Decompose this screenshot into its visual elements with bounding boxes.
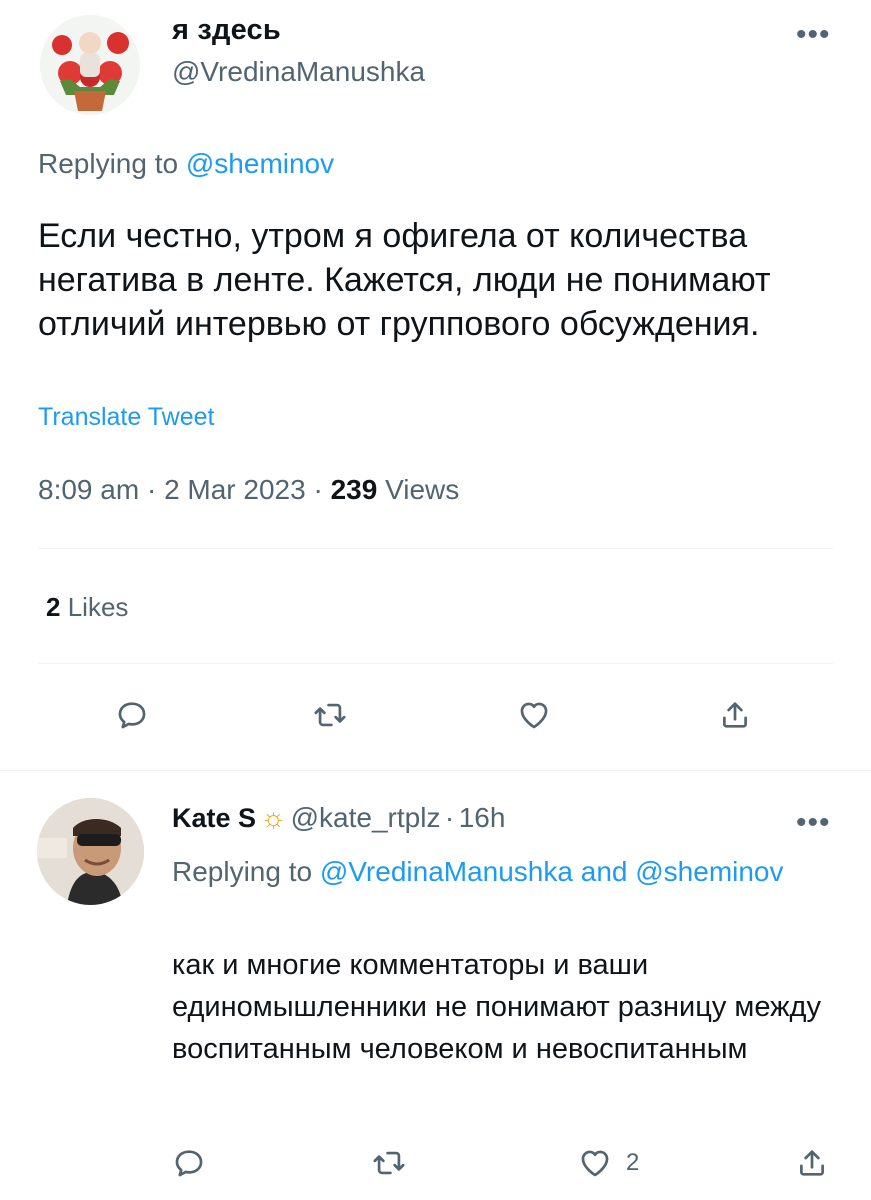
share-button[interactable] [718, 698, 752, 732]
sun-emoji-icon: ☼ [260, 802, 287, 833]
likes-count: 2 [46, 592, 61, 622]
heart-icon [520, 702, 548, 729]
replying-mention-link[interactable]: @VredinaManushka [320, 856, 573, 887]
like-button[interactable] [517, 698, 551, 732]
avatar-image [37, 798, 144, 905]
replying-prefix: Replying to [172, 856, 313, 887]
more-dots-icon[interactable]: ••• [796, 808, 831, 838]
tweet-meta: 8:09 am · 2 Mar 2023 · 239 Views [38, 474, 459, 506]
user-handle[interactable]: @VredinaManushka [172, 56, 425, 88]
display-name[interactable]: я здесь [172, 14, 281, 47]
avatar-image [40, 15, 140, 115]
retweet-button[interactable] [313, 698, 347, 732]
like-button[interactable]: 2 [578, 1146, 639, 1180]
meta-separator: · [444, 802, 455, 833]
replying-to: Replying to @sheminov [38, 148, 334, 180]
replying-to: Replying to @VredinaManushka and @shemin… [172, 850, 812, 894]
reply-button[interactable] [115, 698, 149, 732]
share-icon [800, 1150, 824, 1176]
translate-tweet-link[interactable]: Translate Tweet [38, 403, 214, 432]
likes-label: Likes [67, 592, 129, 622]
share-icon [723, 702, 747, 728]
meta-separator: · [146, 474, 157, 505]
replying-mention-link[interactable]: @sheminov [635, 856, 783, 887]
reply-header: Kate S ☼ @kate_rtplz · 16h [172, 802, 505, 834]
retweet-icon [373, 1151, 405, 1175]
tweet-time[interactable]: 8:09 am [38, 474, 139, 505]
divider [38, 663, 833, 664]
views-label: Views [385, 474, 460, 505]
divider [0, 770, 871, 771]
avatar[interactable] [40, 15, 140, 115]
meta-separator: · [313, 474, 323, 505]
divider [38, 548, 833, 549]
reply-button[interactable] [172, 1146, 206, 1180]
retweet-button[interactable] [372, 1146, 406, 1180]
tweet-time[interactable]: 16h [459, 802, 506, 833]
reply-icon [175, 1150, 203, 1177]
tweet-date[interactable]: 2 Mar 2023 [164, 474, 306, 505]
replying-mention-link[interactable]: @sheminov [186, 148, 334, 179]
likes-summary[interactable]: 2 Likes [46, 592, 128, 623]
replying-and: and [580, 856, 628, 887]
tweet-text: как и многие комментаторы и ваши единомы… [172, 949, 821, 1065]
user-handle[interactable]: @kate_rtplz [291, 802, 441, 833]
more-dots-icon[interactable]: ••• [796, 20, 831, 50]
share-button[interactable] [795, 1146, 829, 1180]
views-count: 239 [330, 474, 378, 505]
like-count: 2 [626, 1149, 640, 1176]
replying-prefix: Replying to [38, 148, 179, 179]
display-name[interactable]: Kate S [172, 803, 256, 833]
tweet-text: Если честно, утром я офигела от количест… [38, 217, 771, 343]
reply-icon [118, 702, 146, 729]
avatar[interactable] [37, 798, 144, 905]
heart-icon [581, 1150, 609, 1177]
retweet-icon [314, 703, 346, 727]
